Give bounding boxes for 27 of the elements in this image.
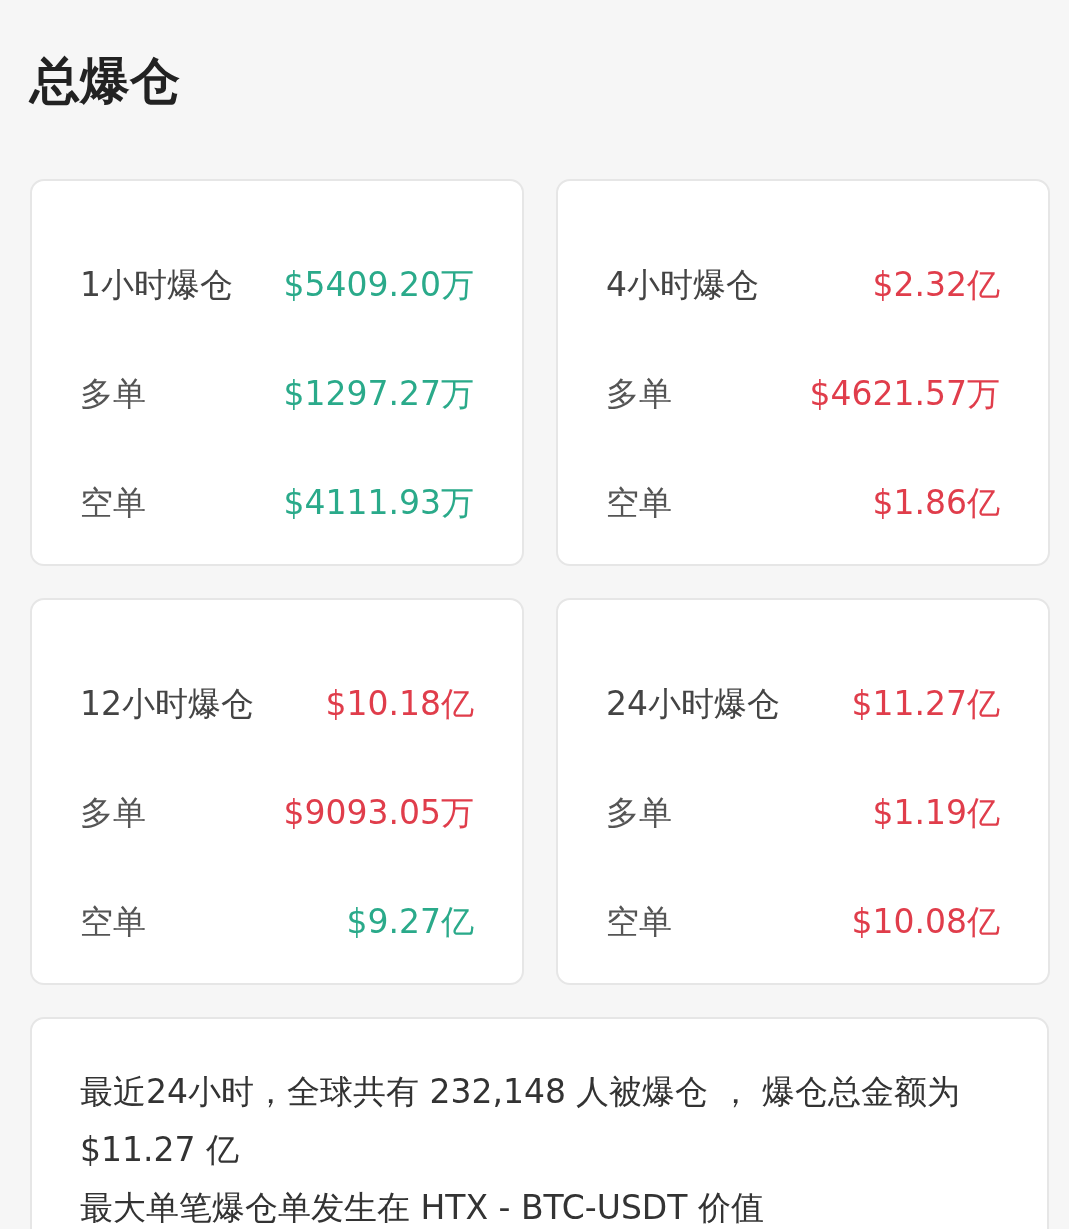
side-label: 空单 xyxy=(80,482,146,524)
side-label: 空单 xyxy=(80,901,146,943)
total-value: $2.32亿 xyxy=(872,264,1000,306)
side-value: $4621.57万 xyxy=(809,373,1000,415)
page-title: 总爆仓 xyxy=(30,51,180,112)
period-label: 1小时爆仓 xyxy=(80,264,233,306)
total-value: $5409.20万 xyxy=(283,264,474,306)
side-value: $1297.27万 xyxy=(283,373,474,415)
side-value: $4111.93万 xyxy=(283,482,474,524)
side-value: $9.27亿 xyxy=(346,901,474,943)
side-value: $1.86亿 xyxy=(872,482,1000,524)
side-label: 多单 xyxy=(80,373,146,415)
side-value: $9093.05万 xyxy=(283,792,474,834)
summary-text: 最大单笔爆仓单发生在 HTX - BTC-USDT 价值 xyxy=(80,1187,765,1229)
side-label: 空单 xyxy=(606,482,672,524)
side-label: 空单 xyxy=(606,901,672,943)
side-label: 多单 xyxy=(606,373,672,415)
side-value: $10.08亿 xyxy=(851,901,1000,943)
period-label: 4小时爆仓 xyxy=(606,264,759,306)
side-label: 多单 xyxy=(80,792,146,834)
side-label: 多单 xyxy=(606,792,672,834)
total-value: $11.27亿 xyxy=(851,683,1000,725)
side-value: $1.19亿 xyxy=(872,792,1000,834)
period-label: 12小时爆仓 xyxy=(80,683,254,725)
summary-text: 最近24小时，全球共有 232,148 人被爆仓 ， 爆仓总金额为 $11.27 亿 xyxy=(80,1071,962,1171)
period-label: 24小时爆仓 xyxy=(606,683,780,725)
total-value: $10.18亿 xyxy=(325,683,474,725)
